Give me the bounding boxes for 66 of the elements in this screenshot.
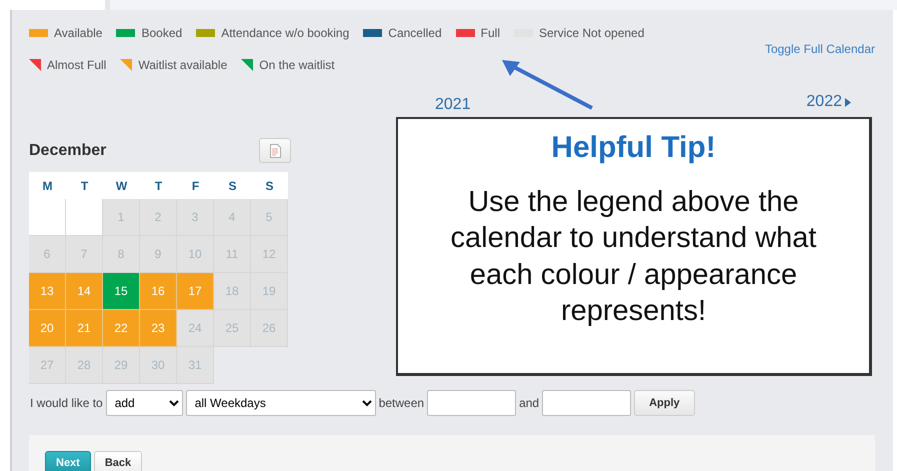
weekday-header: T <box>66 172 103 199</box>
weekday-header: W <box>103 172 140 199</box>
calendar-day[interactable]: 23 <box>140 310 177 347</box>
legend-label: Available <box>54 25 102 42</box>
calendar-day: 10 <box>177 236 214 273</box>
calendar-day: 30 <box>140 347 177 384</box>
end-date-field[interactable] <box>542 390 632 416</box>
form-label: and <box>519 395 540 412</box>
calendar-day[interactable]: 15 <box>103 273 140 310</box>
nav-button[interactable]: Next <box>45 451 91 471</box>
legend-label: Full <box>480 25 500 42</box>
calendar-day: 7 <box>66 236 103 273</box>
start-date-field[interactable] <box>427 390 516 416</box>
calendar-day: 4 <box>214 199 251 236</box>
calendar-day: 25 <box>214 310 251 347</box>
calendar-day[interactable]: 22 <box>103 310 140 347</box>
calendar-day[interactable]: 14 <box>66 273 103 310</box>
form-label: between <box>378 395 424 412</box>
calendar-day: 8 <box>103 236 140 273</box>
calendar-day: 5 <box>251 199 288 236</box>
calendar-day: 6 <box>29 236 66 273</box>
weekday-header: M <box>29 172 66 199</box>
legend-label: Almost Full <box>47 57 106 74</box>
calendar-day: 18 <box>214 273 251 310</box>
apply-button[interactable]: Apply <box>634 390 695 416</box>
calendar-day: 27 <box>29 347 66 384</box>
days-select[interactable]: all Weekdays <box>186 390 376 416</box>
calendar-day[interactable]: 16 <box>140 273 177 310</box>
calendar-day: 1 <box>103 199 140 236</box>
document-button[interactable] <box>259 138 291 163</box>
legend-label: Booked <box>141 25 182 42</box>
form-label: I would like to <box>30 395 103 412</box>
toggle-calendar-link[interactable]: Toggle Full Calendar <box>764 40 875 74</box>
calendar-day[interactable]: 20 <box>29 310 66 347</box>
calendar-day: 3 <box>177 199 214 236</box>
weekday-header: F <box>177 172 214 199</box>
year-label: 2021 <box>435 95 471 111</box>
tip-title: Helpful Tip! <box>550 130 717 166</box>
legend-label: On the waitlist <box>259 57 335 74</box>
calendar-day: 28 <box>66 347 103 384</box>
calendar-day: 9 <box>140 236 177 273</box>
action-select[interactable]: add <box>106 390 183 416</box>
calendar-day[interactable]: 17 <box>177 273 214 310</box>
legend-label: Cancelled <box>388 25 442 42</box>
calendar-day: 2 <box>140 199 177 236</box>
calendar-day: 19 <box>251 273 288 310</box>
nav-button[interactable]: Back <box>94 451 142 471</box>
weekday-header: S <box>251 172 288 199</box>
legend-label: Service Not opened <box>539 25 644 42</box>
month-title: December <box>29 141 106 161</box>
calendar-day: 11 <box>214 236 251 273</box>
caret-icon <box>845 98 851 106</box>
calendar-day: 31 <box>177 347 214 384</box>
calendar-day: 26 <box>251 310 288 347</box>
next-year-link[interactable]: 2022 <box>806 93 851 111</box>
calendar-day: 12 <box>251 236 288 273</box>
calendar-day: 29 <box>103 347 140 384</box>
weekday-header: S <box>214 172 251 199</box>
legend-label: Attendance w/o booking <box>221 25 350 42</box>
legend-label: Waitlist available <box>138 57 228 74</box>
document-icon <box>270 144 280 158</box>
tip-text: Use the legend above the calendar to understand what each colour / appearance represents! <box>450 185 818 329</box>
calendar-day[interactable]: 13 <box>29 273 66 310</box>
calendar-day[interactable]: 21 <box>66 310 103 347</box>
calendar-day: 24 <box>177 310 214 347</box>
weekday-header: T <box>140 172 177 199</box>
